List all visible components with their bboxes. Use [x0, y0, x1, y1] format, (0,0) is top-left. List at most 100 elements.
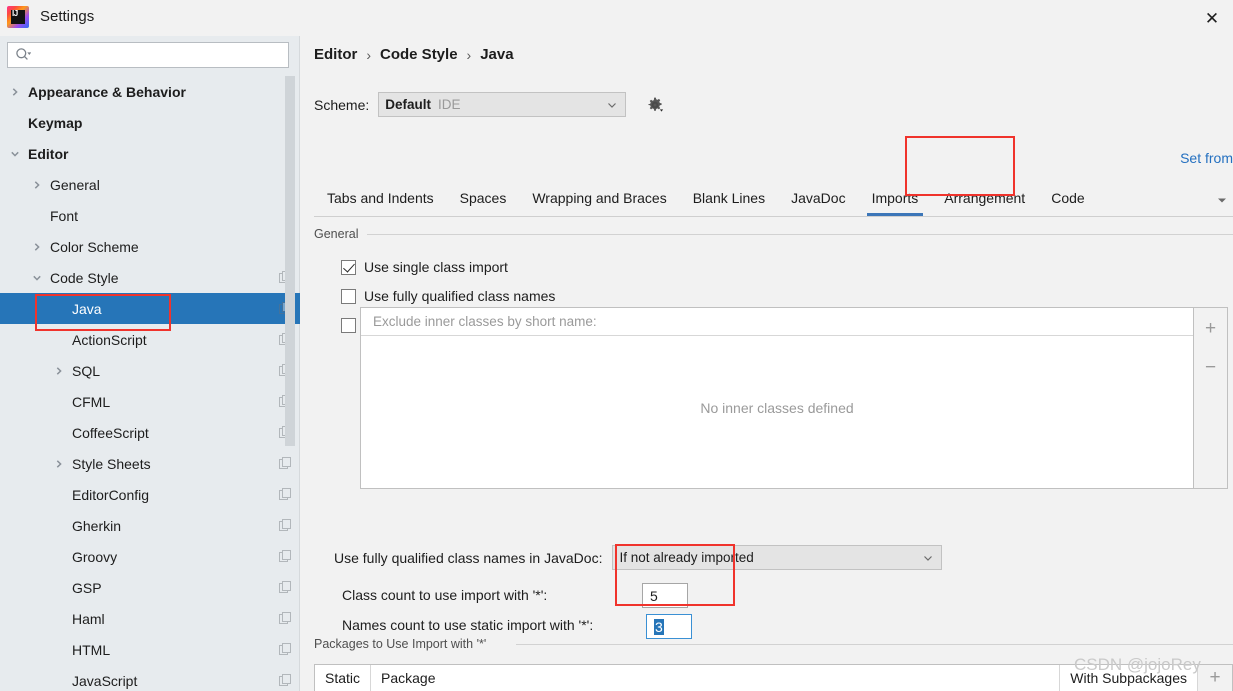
set-from-link[interactable]: Set from: [1180, 150, 1233, 166]
breadcrumb-editor[interactable]: Editor: [314, 46, 357, 63]
gear-icon[interactable]: [644, 94, 666, 116]
sidebar-item-keymap[interactable]: Keymap: [0, 107, 300, 138]
tab-overflow-chevron-down-icon[interactable]: [1215, 193, 1229, 207]
tab-tabs-and-indents[interactable]: Tabs and Indents: [314, 180, 447, 216]
chevron-right-icon[interactable]: [8, 85, 22, 99]
packages-column-static[interactable]: Static: [315, 665, 372, 691]
tab-label: Spaces: [459, 190, 507, 206]
checkbox-use-single-class-import[interactable]: Use single class import: [341, 259, 508, 275]
sidebar-item-html[interactable]: HTML: [0, 634, 300, 665]
names-count-input[interactable]: 3: [646, 614, 692, 639]
sidebar-item-editor[interactable]: Editor: [0, 138, 300, 169]
sidebar-item-label: Gherkin: [72, 517, 122, 534]
sidebar-item-gsp[interactable]: GSP: [0, 572, 300, 603]
copy-scheme-icon[interactable]: [279, 581, 292, 594]
copy-scheme-icon[interactable]: [279, 519, 292, 532]
sidebar-item-haml[interactable]: Haml: [0, 603, 300, 634]
sidebar-item-label: Editor: [28, 145, 69, 162]
copy-scheme-icon[interactable]: [279, 643, 292, 656]
search-input[interactable]: [31, 44, 288, 66]
sidebar-item-color-scheme[interactable]: Color Scheme: [0, 231, 300, 262]
breadcrumb-code-style[interactable]: Code Style: [380, 46, 458, 63]
remove-icon[interactable]: −: [1200, 356, 1222, 378]
sidebar-item-label: General: [50, 176, 100, 193]
sidebar-item-label: Haml: [72, 610, 105, 627]
sidebar-item-general[interactable]: General: [0, 169, 300, 200]
class-count-label: Class count to use import with '*':: [342, 587, 548, 603]
class-count-input[interactable]: 5: [642, 583, 688, 608]
sidebar-item-label: Keymap: [28, 114, 83, 131]
copy-scheme-icon[interactable]: [279, 674, 292, 687]
sidebar-item-cfml[interactable]: CFML: [0, 386, 300, 417]
search-field[interactable]: [7, 42, 289, 68]
copy-scheme-icon[interactable]: [279, 612, 292, 625]
exclude-table-body[interactable]: Exclude inner classes by short name: No …: [361, 308, 1193, 488]
sidebar-item-javascript[interactable]: JavaScript: [0, 665, 300, 691]
scheme-row: Scheme: Default IDE: [314, 92, 666, 117]
sidebar-item-code-style[interactable]: Code Style: [0, 262, 300, 293]
copy-scheme-icon[interactable]: [279, 550, 292, 563]
javadoc-fqcn-row: Use fully qualified class names in JavaD…: [334, 545, 943, 570]
tab-arrangement[interactable]: Arrangement: [931, 180, 1038, 216]
checkbox-use-fully-qualified-class-names[interactable]: Use fully qualified class names: [341, 288, 555, 304]
settings-tree: Appearance & Behavior Keymap Editor General…: [0, 76, 300, 691]
copy-scheme-icon[interactable]: [279, 488, 292, 501]
javadoc-fqcn-label: Use fully qualified class names in JavaD…: [334, 549, 603, 566]
search-icon: [15, 47, 31, 63]
checkbox-box: [341, 288, 356, 304]
checkbox-label: Use fully qualified class names: [364, 288, 556, 304]
sidebar-item-label: SQL: [72, 362, 101, 379]
sidebar-item-font[interactable]: Font: [0, 200, 300, 231]
add-icon[interactable]: +: [1200, 317, 1222, 339]
sidebar-item-label: GSP: [72, 579, 102, 596]
exclude-table-buttons: + −: [1193, 308, 1227, 488]
sidebar-item-java[interactable]: Java: [0, 293, 300, 324]
close-icon[interactable]: ✕: [1197, 4, 1227, 32]
chevron-right-icon[interactable]: [30, 240, 44, 254]
packages-column-package[interactable]: Package: [371, 665, 1061, 691]
sidebar-item-groovy[interactable]: Groovy: [0, 541, 300, 572]
chevron-right-icon[interactable]: [52, 457, 66, 471]
sidebar-scrollbar[interactable]: [285, 76, 295, 446]
sidebar-item-label: HTML: [72, 641, 111, 658]
packages-column-with-subpackages[interactable]: With Subpackages: [1060, 665, 1198, 691]
tab-label: Blank Lines: [692, 190, 766, 206]
sidebar-item-coffeescript[interactable]: CoffeeScript: [0, 417, 300, 448]
sidebar-item-gherkin[interactable]: Gherkin: [0, 510, 300, 541]
tab-imports[interactable]: Imports: [859, 180, 932, 216]
chevron-down-icon[interactable]: [30, 271, 44, 285]
sidebar-item-actionscript[interactable]: ActionScript: [0, 324, 300, 355]
packages-add-icon[interactable]: +: [1198, 665, 1232, 691]
packages-group-title: Packages to Use Import with '*': [314, 637, 487, 651]
chevron-down-icon: [606, 99, 618, 111]
tab-wrapping-and-braces[interactable]: Wrapping and Braces: [519, 180, 679, 216]
breadcrumb-java[interactable]: Java: [480, 46, 513, 63]
tab-javadoc[interactable]: JavaDoc: [778, 180, 858, 216]
chevron-right-icon[interactable]: [30, 178, 44, 192]
exclude-inner-classes-table: Exclude inner classes by short name: No …: [360, 307, 1228, 489]
sidebar-item-editorconfig[interactable]: EditorConfig: [0, 479, 300, 510]
sidebar-item-sql[interactable]: SQL: [0, 355, 300, 386]
exclude-table-header: Exclude inner classes by short name:: [361, 308, 1193, 336]
code-style-tabs: Tabs and Indents Spaces Wrapping and Brace…: [314, 181, 1233, 217]
javadoc-fqcn-dropdown[interactable]: If not already imported: [612, 545, 943, 570]
tab-blank-lines[interactable]: Blank Lines: [680, 180, 778, 216]
tab-label: JavaDoc: [791, 190, 846, 206]
copy-scheme-icon[interactable]: [279, 457, 292, 470]
chevron-right-icon[interactable]: [52, 364, 66, 378]
checkbox-box: [341, 259, 356, 275]
tab-code[interactable]: Code: [1038, 180, 1097, 216]
sidebar-item-appearance-behavior[interactable]: Appearance & Behavior: [0, 76, 300, 107]
tab-spaces[interactable]: Spaces: [447, 180, 520, 216]
scheme-dropdown[interactable]: Default IDE: [378, 92, 627, 117]
chevron-down-icon[interactable]: [8, 147, 22, 161]
scheme-suffix: IDE: [438, 97, 461, 112]
sidebar-item-style-sheets[interactable]: Style Sheets: [0, 448, 300, 479]
sidebar-item-label: Java: [72, 300, 102, 317]
